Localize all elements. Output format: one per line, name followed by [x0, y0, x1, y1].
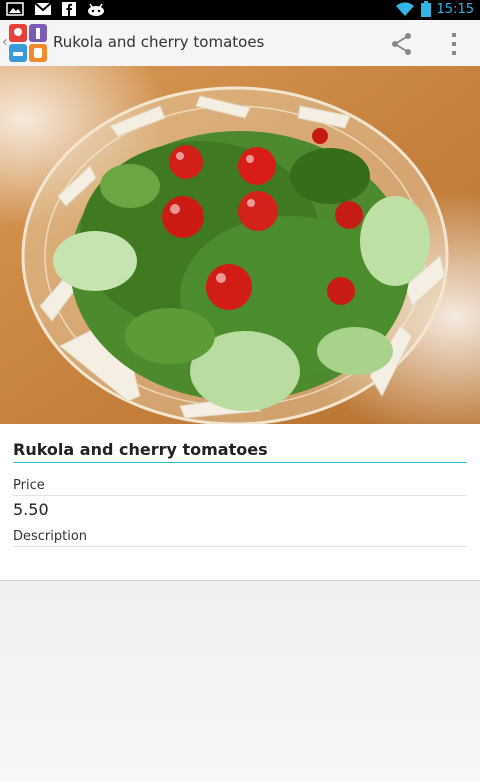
clock: 15:15 — [436, 1, 474, 17]
android-icon — [88, 3, 104, 16]
dish-photo — [0, 66, 480, 424]
gmail-icon — [34, 2, 52, 15]
item-name: Rukola and cherry tomatoes — [13, 440, 268, 459]
price-value: 5.50 — [13, 500, 49, 519]
facebook-icon — [62, 2, 76, 16]
wifi-icon — [395, 2, 414, 17]
overflow-menu-icon[interactable] — [440, 30, 468, 58]
title-underline — [13, 462, 467, 463]
app-icon[interactable] — [8, 23, 48, 63]
action-bar: ‹ Rukola and cherry tomatoes — [0, 20, 480, 67]
description-divider — [13, 546, 467, 547]
status-bar: 15:15 — [0, 0, 480, 20]
system-icons: 15:15 — [395, 1, 474, 17]
up-caret-icon[interactable]: ‹ — [2, 34, 8, 50]
price-label: Price — [13, 478, 45, 493]
picture-icon — [6, 2, 24, 16]
price-divider — [13, 495, 467, 496]
share-icon[interactable] — [388, 30, 416, 58]
notification-icons — [6, 2, 106, 16]
item-detail-card: Rukola and cherry tomatoes Price 5.50 De… — [0, 424, 480, 581]
battery-icon — [420, 1, 431, 17]
empty-background — [0, 581, 480, 781]
action-bar-title: Rukola and cherry tomatoes — [53, 33, 265, 51]
description-label: Description — [13, 529, 88, 544]
